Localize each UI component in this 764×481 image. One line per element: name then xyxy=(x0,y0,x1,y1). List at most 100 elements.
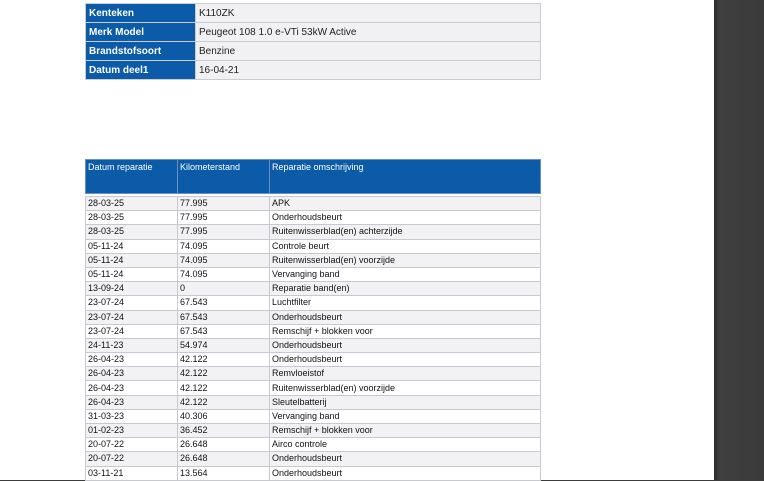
repair-description: Remschijf + blokken voor xyxy=(269,422,541,439)
repair-description: Onderhoudsbeurt xyxy=(269,465,541,481)
table-row: 01-02-23 36.452 Remschijf + blokken voor xyxy=(85,422,541,439)
repair-date: 28-03-25 xyxy=(85,210,178,226)
table-row: 28-03-25 77.995 APK xyxy=(85,195,541,212)
repair-mileage: 36.452 xyxy=(177,422,270,439)
table-row: 28-03-25 77.995 Onderhoudsbeurt xyxy=(85,210,541,226)
repair-date: 26-04-23 xyxy=(85,366,178,382)
repair-mileage: 42.122 xyxy=(177,352,270,368)
repair-date: 13-09-24 xyxy=(85,281,178,297)
repair-date: 26-04-23 xyxy=(85,352,178,368)
repair-date: 26-04-23 xyxy=(85,394,178,410)
table-row: 28-03-25 77.995 Ruitenwisserblad(en) achte… xyxy=(85,224,541,240)
repair-date: 01-02-23 xyxy=(85,422,178,439)
header-datum-reparatie: Datum reparatie xyxy=(85,159,178,194)
info-value: 16-04-21 xyxy=(195,60,541,80)
info-label: Merk Model xyxy=(85,22,196,42)
table-row: 31-03-23 40.306 Vervanging band xyxy=(85,408,541,425)
repair-mileage: 77.995 xyxy=(177,224,270,240)
repair-description: Onderhoudsbeurt xyxy=(269,352,541,368)
repair-date: 24-11-23 xyxy=(85,337,178,354)
table-row: 26-04-23 42.122 Onderhoudsbeurt xyxy=(85,352,541,368)
repair-mileage: 74.095 xyxy=(177,238,270,254)
info-value: Peugeot 108 1.0 e-VTi 53kW Active xyxy=(195,22,541,42)
table-row: 20-07-22 26.648 Airco controle xyxy=(85,437,541,453)
repair-date: 23-07-24 xyxy=(85,323,178,339)
repair-date: 28-03-25 xyxy=(85,195,178,212)
repair-description: Onderhoudsbeurt xyxy=(269,210,541,226)
repair-date: 20-07-22 xyxy=(85,451,178,467)
repair-date: 26-04-23 xyxy=(85,380,178,396)
repair-date: 23-07-24 xyxy=(85,309,178,325)
vehicle-info-table: Kenteken K110ZK Merk Model Peugeot 108 1.0 … xyxy=(85,3,541,80)
repair-description: Remschijf + blokken voor xyxy=(269,323,541,339)
repair-date: 28-03-25 xyxy=(85,224,178,240)
table-row: 13-09-24 0 Reparatie band(en) xyxy=(85,281,541,297)
header-reparatie-omschrijving: Reparatie omschrijving xyxy=(269,159,541,194)
repair-description: Vervanging band xyxy=(269,266,541,283)
repair-description: Controle beurt xyxy=(269,238,541,254)
repair-mileage: 40.306 xyxy=(177,408,270,425)
repair-mileage: 74.095 xyxy=(177,252,270,268)
table-row: 26-04-23 42.122 Sleutelbatterij xyxy=(85,394,541,410)
table-row: 23-07-24 67.543 Luchtfilter xyxy=(85,295,541,311)
document-page: Kenteken K110ZK Merk Model Peugeot 108 1.0 … xyxy=(0,0,714,481)
repair-date: 23-07-24 xyxy=(85,295,178,311)
repair-description: Ruitenwisserblad(en) voorzijde xyxy=(269,252,541,268)
info-label: Datum deel1 xyxy=(85,60,196,80)
repair-date: 31-03-23 xyxy=(85,408,178,425)
repair-description: Sleutelbatterij xyxy=(269,394,541,410)
repair-header-row: Datum reparatie Kilometerstand Reparatie… xyxy=(85,159,541,194)
repair-mileage: 67.543 xyxy=(177,295,270,311)
repair-date: 20-07-22 xyxy=(85,437,178,453)
repair-description: Ruitenwisserblad(en) achterzijde xyxy=(269,224,541,240)
repair-description: Airco controle xyxy=(269,437,541,453)
table-row: 23-07-24 67.543 Onderhoudsbeurt xyxy=(85,309,541,325)
repair-mileage: 77.995 xyxy=(177,210,270,226)
header-kilometerstand: Kilometerstand xyxy=(177,159,270,194)
table-row: 03-11-21 13.564 Onderhoudsbeurt xyxy=(85,465,541,481)
info-value: Benzine xyxy=(195,41,541,61)
table-row: 23-07-24 67.543 Remschijf + blokken voor xyxy=(85,323,541,339)
table-row: 24-11-23 54.974 Onderhoudsbeurt xyxy=(85,337,541,354)
table-row: 05-11-24 74.095 Controle beurt xyxy=(85,238,541,254)
repair-mileage: 54.974 xyxy=(177,337,270,354)
table-row: 20-07-22 26.648 Onderhoudsbeurt xyxy=(85,451,541,467)
repair-date: 05-11-24 xyxy=(85,252,178,268)
info-value: K110ZK xyxy=(195,3,541,23)
repair-mileage: 74.095 xyxy=(177,266,270,283)
repair-mileage: 42.122 xyxy=(177,366,270,382)
repair-date: 05-11-24 xyxy=(85,238,178,254)
repair-description: Reparatie band(en) xyxy=(269,281,541,297)
repair-description: Luchtfilter xyxy=(269,295,541,311)
repair-description: APK xyxy=(269,195,541,212)
vehicle-info-row: Kenteken K110ZK xyxy=(85,3,541,23)
table-row: 05-11-24 74.095 Ruitenwisserblad(en) voorz… xyxy=(85,252,541,268)
repair-description: Onderhoudsbeurt xyxy=(269,337,541,354)
viewer-background xyxy=(714,0,764,480)
repair-description: Vervanging band xyxy=(269,408,541,425)
table-row: 26-04-23 42.122 Remvloeistof xyxy=(85,366,541,382)
repair-mileage: 26.648 xyxy=(177,451,270,467)
repair-date: 05-11-24 xyxy=(85,266,178,283)
table-row: 26-04-23 42.122 Ruitenwisserblad(en) voorz… xyxy=(85,380,541,396)
repair-mileage: 42.122 xyxy=(177,380,270,396)
info-label: Brandstofsoort xyxy=(85,41,196,61)
repair-description: Ruitenwisserblad(en) voorzijde xyxy=(269,380,541,396)
repair-description: Onderhoudsbeurt xyxy=(269,309,541,325)
vehicle-info-row: Brandstofsoort Benzine xyxy=(85,41,541,61)
repair-mileage: 26.648 xyxy=(177,437,270,453)
info-label: Kenteken xyxy=(85,3,196,23)
repair-mileage: 0 xyxy=(177,281,270,297)
repair-mileage: 77.995 xyxy=(177,195,270,212)
repair-mileage: 67.543 xyxy=(177,309,270,325)
repair-description: Remvloeistof xyxy=(269,366,541,382)
repair-mileage: 42.122 xyxy=(177,394,270,410)
vehicle-info-row: Datum deel1 16-04-21 xyxy=(85,60,541,80)
repair-history-table: Datum reparatie Kilometerstand Reparatie… xyxy=(85,159,541,481)
repair-description: Onderhoudsbeurt xyxy=(269,451,541,467)
repair-date: 03-11-21 xyxy=(85,465,178,481)
repair-mileage: 67.543 xyxy=(177,323,270,339)
table-row: 05-11-24 74.095 Vervanging band xyxy=(85,266,541,283)
repair-mileage: 13.564 xyxy=(177,465,270,481)
vehicle-info-row: Merk Model Peugeot 108 1.0 e-VTi 53kW Act… xyxy=(85,22,541,42)
